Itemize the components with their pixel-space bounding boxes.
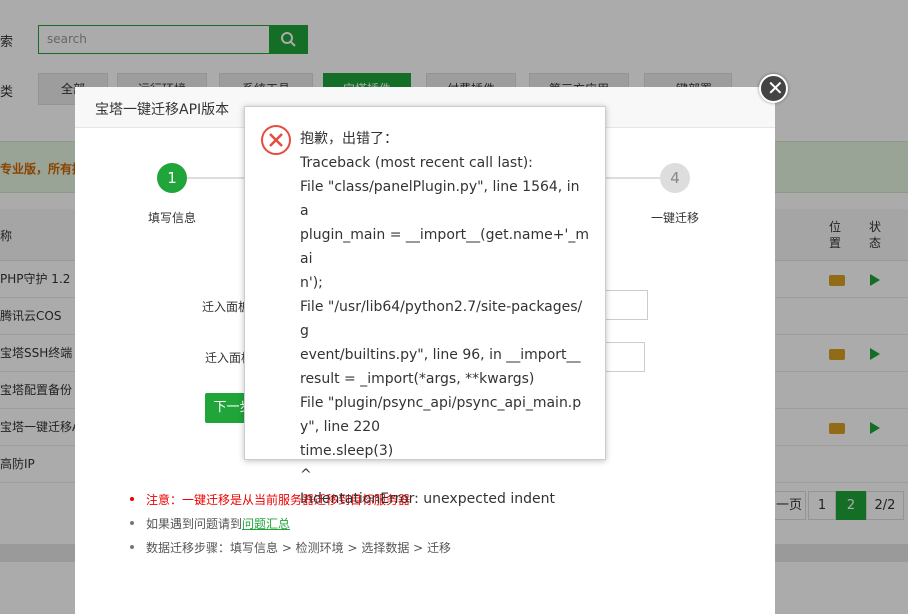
dialog-close-button[interactable]: ✕ <box>759 74 788 103</box>
error-message: 抱歉，出错了： Traceback (most recent call last… <box>300 127 590 511</box>
step-1-label: 填写信息 <box>148 211 197 225</box>
error-line: event/builtins.py", line 96, in __import… <box>300 347 581 363</box>
error-line: plugin_main = __import__(get.name+'_mai <box>300 227 589 267</box>
error-line: File "/usr/lib64/python2.7/site-packages… <box>300 299 583 339</box>
bullet <box>130 497 134 501</box>
bullet <box>130 521 134 525</box>
faq-link[interactable]: 问题汇总 <box>242 517 290 531</box>
error-line: result = _import(*args, **kwargs) <box>300 371 535 387</box>
error-line: IndentationError: unexpected indent <box>300 491 555 507</box>
step-1-indicator: 1 <box>157 163 187 193</box>
step-connector <box>605 177 661 179</box>
error-popup: 抱歉，出错了： Traceback (most recent call last… <box>244 106 606 507</box>
bullet <box>130 545 134 549</box>
error-line: ^ <box>300 467 312 483</box>
error-line: File "plugin/psync_api/psync_api_main.p <box>300 395 582 411</box>
error-icon <box>261 125 291 155</box>
panel-address-input[interactable] <box>605 290 648 320</box>
error-line: n'); <box>300 275 323 291</box>
panel-key-input[interactable] <box>605 342 645 372</box>
migration-steps-note: 数据迁移步骤：填写信息 > 检测环境 > 选择数据 > 迁移 <box>146 541 452 555</box>
dialog-title: 宝塔一键迁移API版本 <box>95 102 230 118</box>
error-line: time.sleep(3) <box>300 443 394 459</box>
error-line: 抱歉，出错了： <box>300 131 398 147</box>
error-line: File "class/panelPlugin.py", line 1564, … <box>300 179 580 219</box>
step-4-indicator: 4 <box>660 163 690 193</box>
error-line: Traceback (most recent call last): <box>300 155 533 171</box>
error-line: y", line 220 <box>300 419 381 435</box>
close-icon: ✕ <box>767 76 784 100</box>
panel-address-label: 迁入面板 <box>202 300 251 314</box>
step-connector <box>185 177 245 179</box>
help-note-prefix: 如果遇到问题请到 <box>146 517 243 531</box>
step-4-label: 一键迁移 <box>651 211 700 225</box>
